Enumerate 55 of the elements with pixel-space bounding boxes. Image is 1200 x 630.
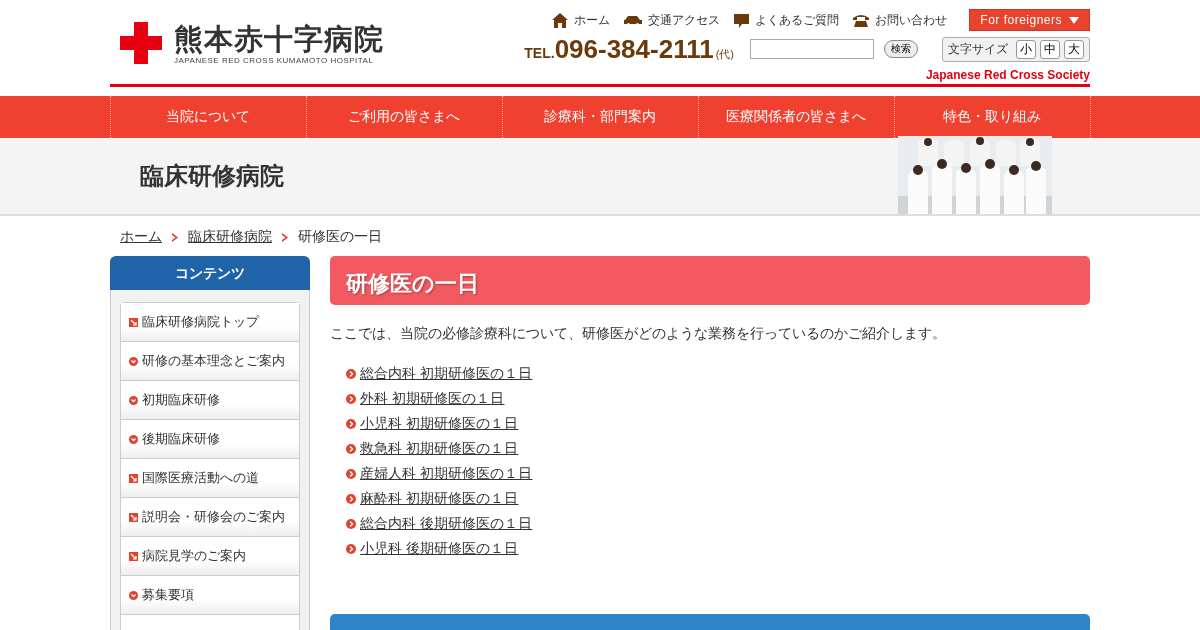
arrow-square-icon	[129, 512, 138, 522]
down-arrow-circle-icon	[129, 395, 138, 405]
right-arrow-circle-icon	[346, 368, 356, 379]
hospital-name[interactable]: 熊本赤十字病院	[174, 21, 384, 56]
day-link[interactable]: 産婦人科 初期研修医の１日	[360, 464, 533, 483]
day-link[interactable]: 小児科 後期研修医の１日	[360, 539, 519, 558]
chevron-icon	[282, 232, 288, 242]
day-link[interactable]: 外科 初期研修医の１日	[360, 389, 505, 408]
day-link[interactable]: 総合内科 後期研修医の１日	[360, 514, 533, 533]
search-field[interactable]	[750, 39, 874, 59]
breadcrumb-link[interactable]: 臨床研修病院	[188, 228, 272, 246]
day-link[interactable]: 小児科 初期研修医の１日	[360, 414, 519, 433]
sidebar-item[interactable]: 臨床研修病院トップ	[121, 303, 299, 342]
intro-text: ここでは、当院の必修診療科について、研修医がどのような業務を行っているのかご紹介します。	[330, 325, 947, 343]
hospital-subtitle: JAPANESE RED CROSS KUMAMOTO HOSPITAL	[174, 55, 375, 65]
arrow-square-icon	[129, 317, 138, 327]
day-link[interactable]: 救急科 初期研修医の１日	[360, 439, 519, 458]
sidebar-header: コンテンツ	[110, 256, 310, 290]
top-link[interactable]: 交通アクセス	[624, 11, 721, 29]
down-arrow-circle-icon	[129, 356, 138, 366]
speech-bubble-icon	[734, 12, 750, 28]
font-size-button[interactable]: 大	[1064, 39, 1084, 59]
arrow-square-icon	[129, 551, 138, 561]
top-link[interactable]: お問い合わせ	[853, 11, 948, 29]
breadcrumb-current: 研修医の一日	[298, 228, 382, 246]
day-link[interactable]: 総合内科 初期研修医の１日	[360, 364, 533, 383]
top-link[interactable]: よくあるご質問	[734, 11, 840, 29]
right-arrow-circle-icon	[346, 443, 356, 454]
home-icon	[552, 12, 569, 28]
right-arrow-circle-icon	[346, 418, 356, 429]
right-arrow-circle-icon	[346, 543, 356, 554]
right-arrow-circle-icon	[346, 393, 356, 404]
day-link[interactable]: 麻酔科 初期研修医の１日	[360, 489, 519, 508]
arrow-square-icon	[129, 473, 138, 483]
caret-icon	[1069, 16, 1079, 24]
down-arrow-circle-icon	[129, 590, 138, 600]
font-size-label: 文字サイズ	[948, 40, 1008, 58]
for-foreigners-button[interactable]: For foreigners	[969, 9, 1090, 31]
font-size-button[interactable]: 小	[1016, 39, 1036, 59]
top-link[interactable]: ホーム	[552, 11, 611, 29]
search-button[interactable]: 検索	[884, 40, 918, 58]
right-arrow-circle-icon	[346, 493, 356, 504]
phone-icon	[853, 13, 870, 27]
breadcrumb-link[interactable]: ホーム	[120, 228, 162, 246]
right-arrow-circle-icon	[346, 518, 356, 529]
phone-number: TEL.096-384-2111(代)	[524, 33, 734, 65]
chevron-icon	[172, 232, 178, 242]
font-size-button[interactable]: 中	[1040, 39, 1060, 59]
right-arrow-circle-icon	[346, 468, 356, 479]
society-name[interactable]: Japanese Red Cross Society	[925, 68, 1090, 82]
car-icon	[624, 14, 643, 26]
page-title: 臨床研修病院	[140, 161, 284, 192]
section-heading: 研修医の一日	[330, 256, 1090, 305]
down-arrow-circle-icon	[129, 434, 138, 444]
cross-icon	[120, 22, 162, 64]
